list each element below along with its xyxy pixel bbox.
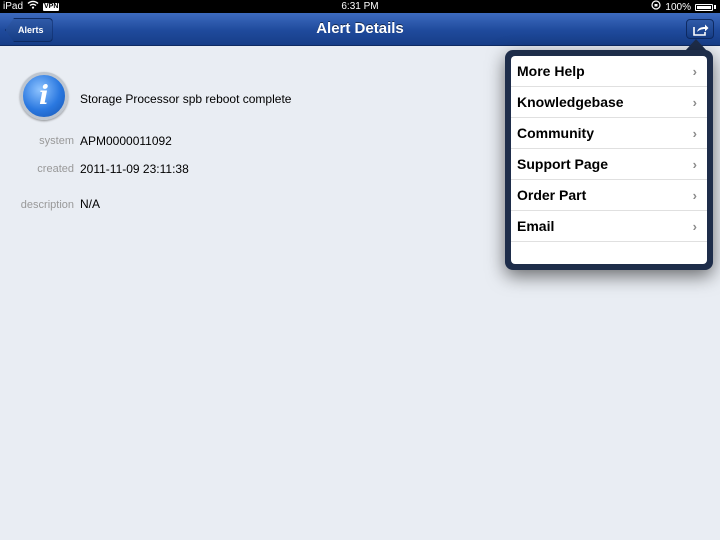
chevron-right-icon: › <box>692 64 697 79</box>
menu-item-label: Community <box>517 125 594 141</box>
rotation-lock-icon <box>651 0 662 14</box>
battery-cap <box>714 5 716 9</box>
info-icon: i <box>20 72 68 120</box>
menu-item-knowledgebase[interactable]: Knowledgebase › <box>511 87 707 118</box>
status-bar: iPad VPN 6:31 PM 100% <box>0 0 720 13</box>
chevron-right-icon: › <box>692 219 697 234</box>
system-label: system <box>39 135 74 147</box>
status-time: 6:31 PM <box>341 1 379 12</box>
status-right: 100% <box>651 0 716 14</box>
menu-item-label: Order Part <box>517 187 587 203</box>
description-label: description <box>20 199 74 211</box>
navigation-bar: Alerts Alert Details <box>0 13 720 46</box>
menu-item-label: Support Page <box>517 156 609 172</box>
popover-menu: More Help › Knowledgebase › Community › … <box>511 56 707 264</box>
chevron-right-icon: › <box>692 95 697 110</box>
menu-item-more-help[interactable]: More Help › <box>511 56 707 87</box>
description-value: N/A <box>80 197 101 211</box>
share-button[interactable] <box>686 19 714 39</box>
share-icon <box>693 24 709 36</box>
menu-item-label: More Help <box>517 63 585 79</box>
menu-item-label: Knowledgebase <box>517 94 624 110</box>
created-label: created <box>37 163 74 175</box>
chevron-right-icon: › <box>692 188 697 203</box>
menu-item-email[interactable]: Email › <box>511 211 707 242</box>
alert-message: Storage Processor spb reboot complete <box>80 92 292 106</box>
page-title: Alert Details <box>316 20 404 37</box>
screen: iPad VPN 6:31 PM 100% Alerts Alert Detai… <box>0 0 720 540</box>
battery-icon <box>695 3 713 11</box>
menu-item-label: Email <box>517 218 555 234</box>
created-value: 2011-11-09 23:11:38 <box>80 162 189 176</box>
chevron-right-icon: › <box>692 126 697 141</box>
battery-percent: 100% <box>665 1 691 13</box>
menu-item-community[interactable]: Community › <box>511 118 707 149</box>
chevron-right-icon: › <box>692 157 697 172</box>
menu-item-order-part[interactable]: Order Part › <box>511 180 707 211</box>
share-popover: More Help › Knowledgebase › Community › … <box>505 50 713 270</box>
menu-item-support-page[interactable]: Support Page › <box>511 149 707 180</box>
system-value: APM0000011092 <box>80 134 172 148</box>
